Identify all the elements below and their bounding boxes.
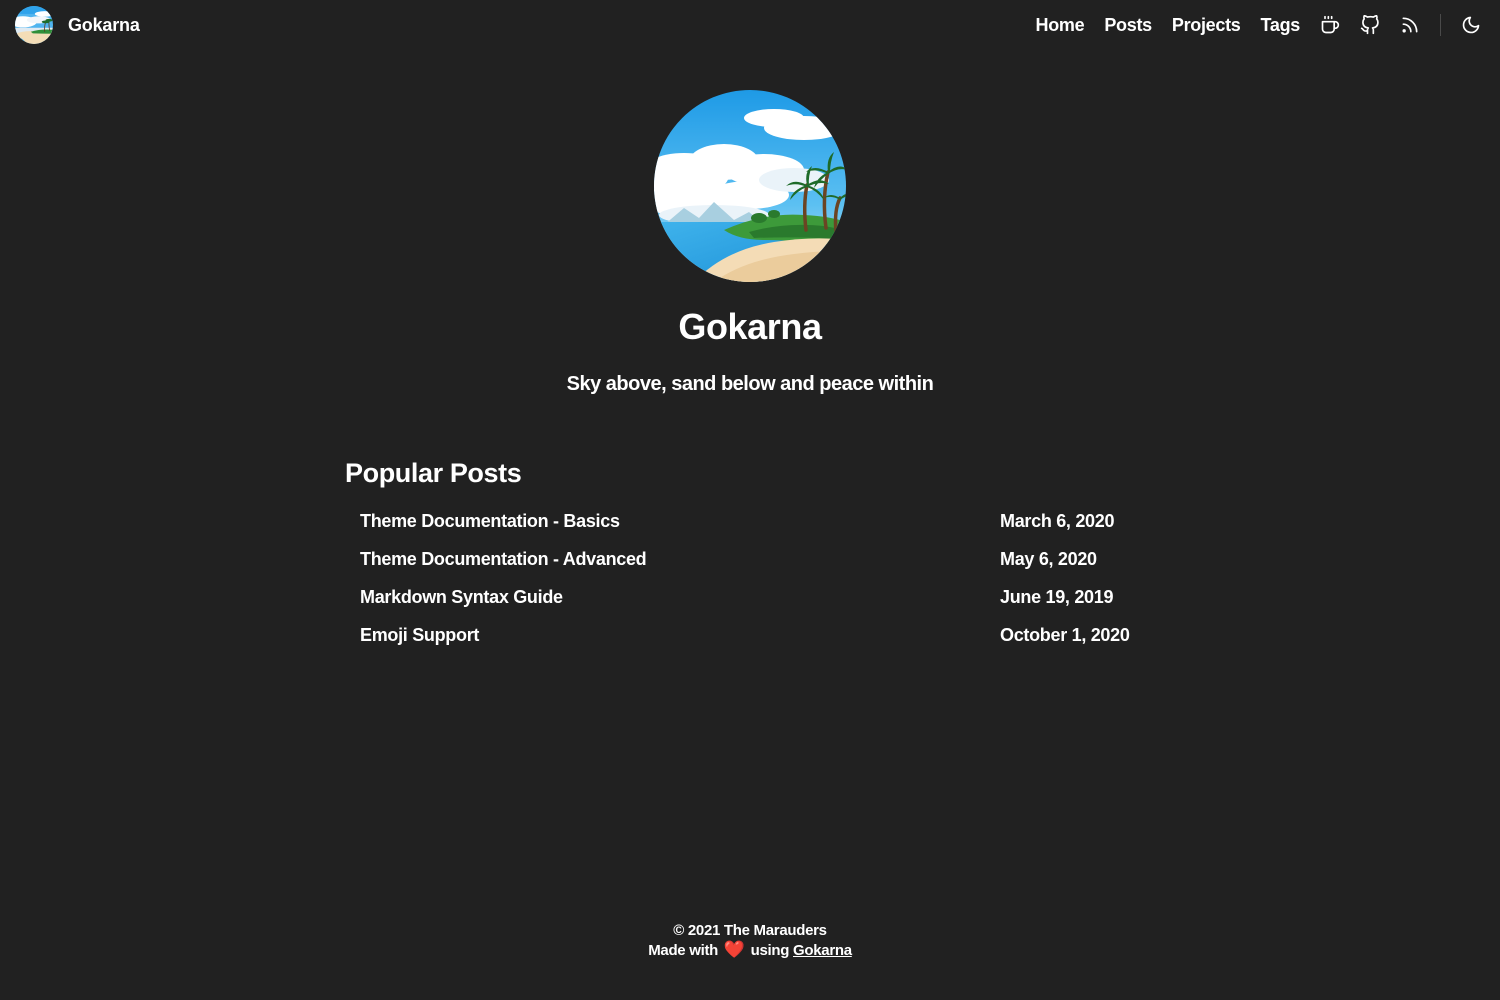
- made-with-line: Made with ❤️ using Gokarna: [0, 940, 1500, 960]
- post-date: October 1, 2020: [1000, 625, 1130, 645]
- post-date: May 6, 2020: [1000, 549, 1097, 569]
- list-item: Theme Documentation - Basics March 6, 20…: [360, 507, 1160, 545]
- top-navbar: Gokarna Home Posts Projects Tags: [0, 0, 1500, 50]
- site-logo: [15, 6, 53, 44]
- post-title-link[interactable]: Markdown Syntax Guide: [360, 583, 1000, 611]
- using-text: using: [750, 942, 790, 959]
- hero-tagline: Sky above, sand below and peace within: [566, 373, 934, 395]
- hero-avatar: [654, 90, 846, 282]
- post-title-link[interactable]: Theme Documentation - Advanced: [360, 545, 1000, 573]
- theme-toggle-button[interactable]: [1460, 14, 1482, 36]
- copyright-text: © 2021 The Marauders: [673, 922, 827, 939]
- menu-divider: [1440, 14, 1441, 36]
- rss-icon[interactable]: [1400, 15, 1420, 35]
- brand-link[interactable]: Gokarna: [15, 6, 140, 44]
- post-date: March 6, 2020: [1000, 511, 1115, 531]
- moon-icon: [1461, 15, 1481, 35]
- popular-posts-heading: Popular Posts: [345, 458, 522, 488]
- post-title-link[interactable]: Theme Documentation - Basics: [360, 507, 1000, 535]
- post-title-link[interactable]: Emoji Support: [360, 621, 1000, 649]
- site-name: Gokarna: [68, 14, 140, 35]
- coffee-cup-icon[interactable]: [1320, 15, 1340, 35]
- list-item: Markdown Syntax Guide June 19, 2019: [360, 583, 1160, 621]
- nav-link-posts[interactable]: Posts: [1104, 15, 1152, 36]
- nav-link-home[interactable]: Home: [1036, 15, 1085, 36]
- github-icon[interactable]: [1360, 15, 1380, 35]
- nav-link-tags[interactable]: Tags: [1261, 15, 1301, 36]
- site-footer: © 2021 The Marauders Made with ❤️ using …: [0, 921, 1500, 960]
- hero-title: Gokarna: [678, 306, 822, 347]
- list-item: Theme Documentation - Advanced May 6, 20…: [360, 545, 1160, 583]
- main-menu: Home Posts Projects Tags: [1036, 0, 1500, 50]
- nav-link-projects[interactable]: Projects: [1172, 15, 1241, 36]
- made-with-text: Made with: [648, 942, 719, 959]
- heart-icon: ❤️: [723, 940, 745, 959]
- popular-posts-list: Theme Documentation - Basics March 6, 20…: [360, 507, 1160, 659]
- gokarna-footer-link[interactable]: Gokarna: [793, 942, 852, 959]
- post-date: June 19, 2019: [1000, 587, 1114, 607]
- list-item: Emoji Support October 1, 2020: [360, 621, 1160, 659]
